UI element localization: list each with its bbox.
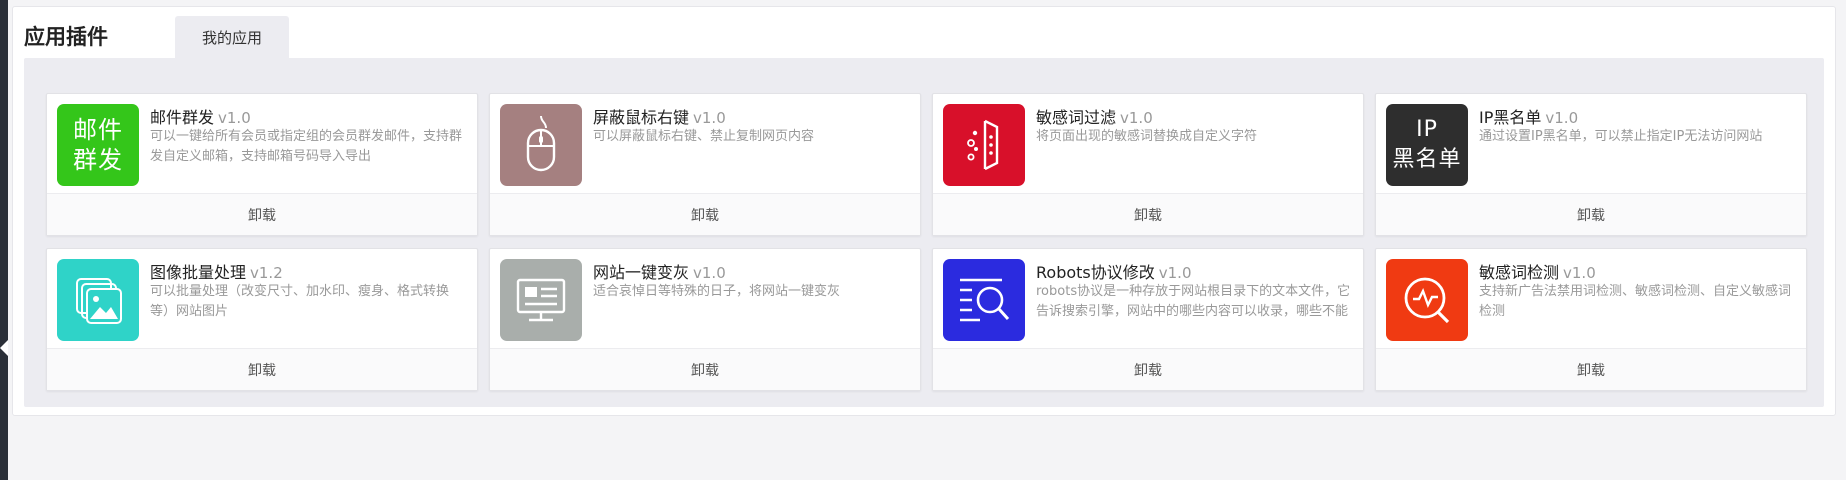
tab-my-apps[interactable]: 我的应用 <box>175 16 289 59</box>
uninstall-button[interactable]: 卸载 <box>933 193 1363 235</box>
plugin-card-sensitive-detect: 敏感词检测 v1.0 支持新广告法禁用词检测、敏感词检测、自定义敏感词检测 卸载 <box>1375 248 1807 391</box>
plugin-description: 通过设置IP黑名单，可以禁止指定IP无法访问网站 <box>1479 129 1763 144</box>
uninstall-button[interactable]: 卸载 <box>1376 348 1806 390</box>
plugin-name[interactable]: 敏感词检测 v1.0 <box>1479 259 1796 283</box>
filter-icon[interactable] <box>943 104 1025 186</box>
search-list-icon[interactable] <box>943 259 1025 341</box>
plugin-card-image-batch: 图像批量处理 v1.2 可以批量处理（改变尺寸、加水印、瘦身、格式转换等）网站图片… <box>46 248 478 391</box>
plugin-description: 支持新广告法禁用词检测、敏感词检测、自定义敏感词检测 <box>1479 284 1792 319</box>
uninstall-button[interactable]: 卸载 <box>490 348 920 390</box>
plugin-card-site-gray: 网站一键变灰 v1.0 适合哀悼日等特殊的日子，将网站一键变灰 卸载 <box>489 248 921 391</box>
uninstall-button[interactable]: 卸载 <box>1376 193 1806 235</box>
uninstall-button[interactable]: 卸载 <box>490 193 920 235</box>
plugin-grid: 邮件 群发 邮件群发 v1.0 可以一键给所有会员或指定组的会员群发邮件，支持群发自… <box>24 58 1824 407</box>
collapse-arrow-icon[interactable] <box>0 340 8 356</box>
mouse-icon[interactable] <box>500 104 582 186</box>
plugin-name[interactable]: 屏蔽鼠标右键 v1.0 <box>593 104 910 128</box>
plugin-description: 将页面出现的敏感词替换成自定义字符 <box>1036 129 1258 144</box>
plugin-description: robots协议是一种存放于网站根目录下的文本文件，它告诉搜索引擎，网站中的哪些… <box>1036 284 1351 319</box>
left-sidebar-rail <box>0 0 8 480</box>
plugin-description: 可以批量处理（改变尺寸、加水印、瘦身、格式转换等）网站图片 <box>150 284 450 319</box>
detect-icon[interactable] <box>1386 259 1468 341</box>
uninstall-button[interactable]: 卸载 <box>47 193 477 235</box>
plugin-name[interactable]: 图像批量处理 v1.2 <box>150 259 467 283</box>
image-stack-icon[interactable] <box>57 259 139 341</box>
plugin-description: 可以一键给所有会员或指定组的会员群发邮件，支持群发自定义邮箱，支持邮箱号码导入导… <box>150 129 463 164</box>
monitor-icon[interactable] <box>500 259 582 341</box>
plugin-description: 可以屏蔽鼠标右键、禁止复制网页内容 <box>593 129 815 144</box>
icon-label: IP 黑名单 <box>1392 117 1462 172</box>
plugin-card-disable-right-click: 屏蔽鼠标右键 v1.0 可以屏蔽鼠标右键、禁止复制网页内容 卸载 <box>489 93 921 236</box>
plugin-card-sensitive-filter: 敏感词过滤 v1.0 将页面出现的敏感词替换成自定义字符 卸载 <box>932 93 1364 236</box>
plugin-description: 适合哀悼日等特殊的日子，将网站一键变灰 <box>593 284 841 299</box>
mail-broadcast-icon[interactable]: 邮件 群发 <box>57 104 139 186</box>
plugin-name[interactable]: 邮件群发 v1.0 <box>150 104 467 128</box>
uninstall-button[interactable]: 卸载 <box>47 348 477 390</box>
plugin-name[interactable]: 敏感词过滤 v1.0 <box>1036 104 1353 128</box>
plugin-name[interactable]: IP黑名单 v1.0 <box>1479 104 1796 128</box>
plugin-name[interactable]: 网站一键变灰 v1.0 <box>593 259 910 283</box>
plugin-card-robots: Robots协议修改 v1.0 robots协议是一种存放于网站根目录下的文本文件… <box>932 248 1364 391</box>
plugin-panel: 应用插件 我的应用 邮件 群发 邮件群发 v1.0 可以一键给所有会员或指定组的会员… <box>12 6 1836 416</box>
plugin-card-ip-blacklist: IP 黑名单 IP黑名单 v1.0 通过设置IP黑名单，可以禁止指定IP无法访问网站… <box>1375 93 1807 236</box>
page-title: 应用插件 <box>24 25 108 49</box>
icon-label: 邮件 群发 <box>73 116 123 174</box>
uninstall-button[interactable]: 卸载 <box>933 348 1363 390</box>
ip-blacklist-icon[interactable]: IP 黑名单 <box>1386 104 1468 186</box>
plugin-name[interactable]: Robots协议修改 v1.0 <box>1036 259 1353 283</box>
plugin-card-mail: 邮件 群发 邮件群发 v1.0 可以一键给所有会员或指定组的会员群发邮件，支持群发自… <box>46 93 478 236</box>
